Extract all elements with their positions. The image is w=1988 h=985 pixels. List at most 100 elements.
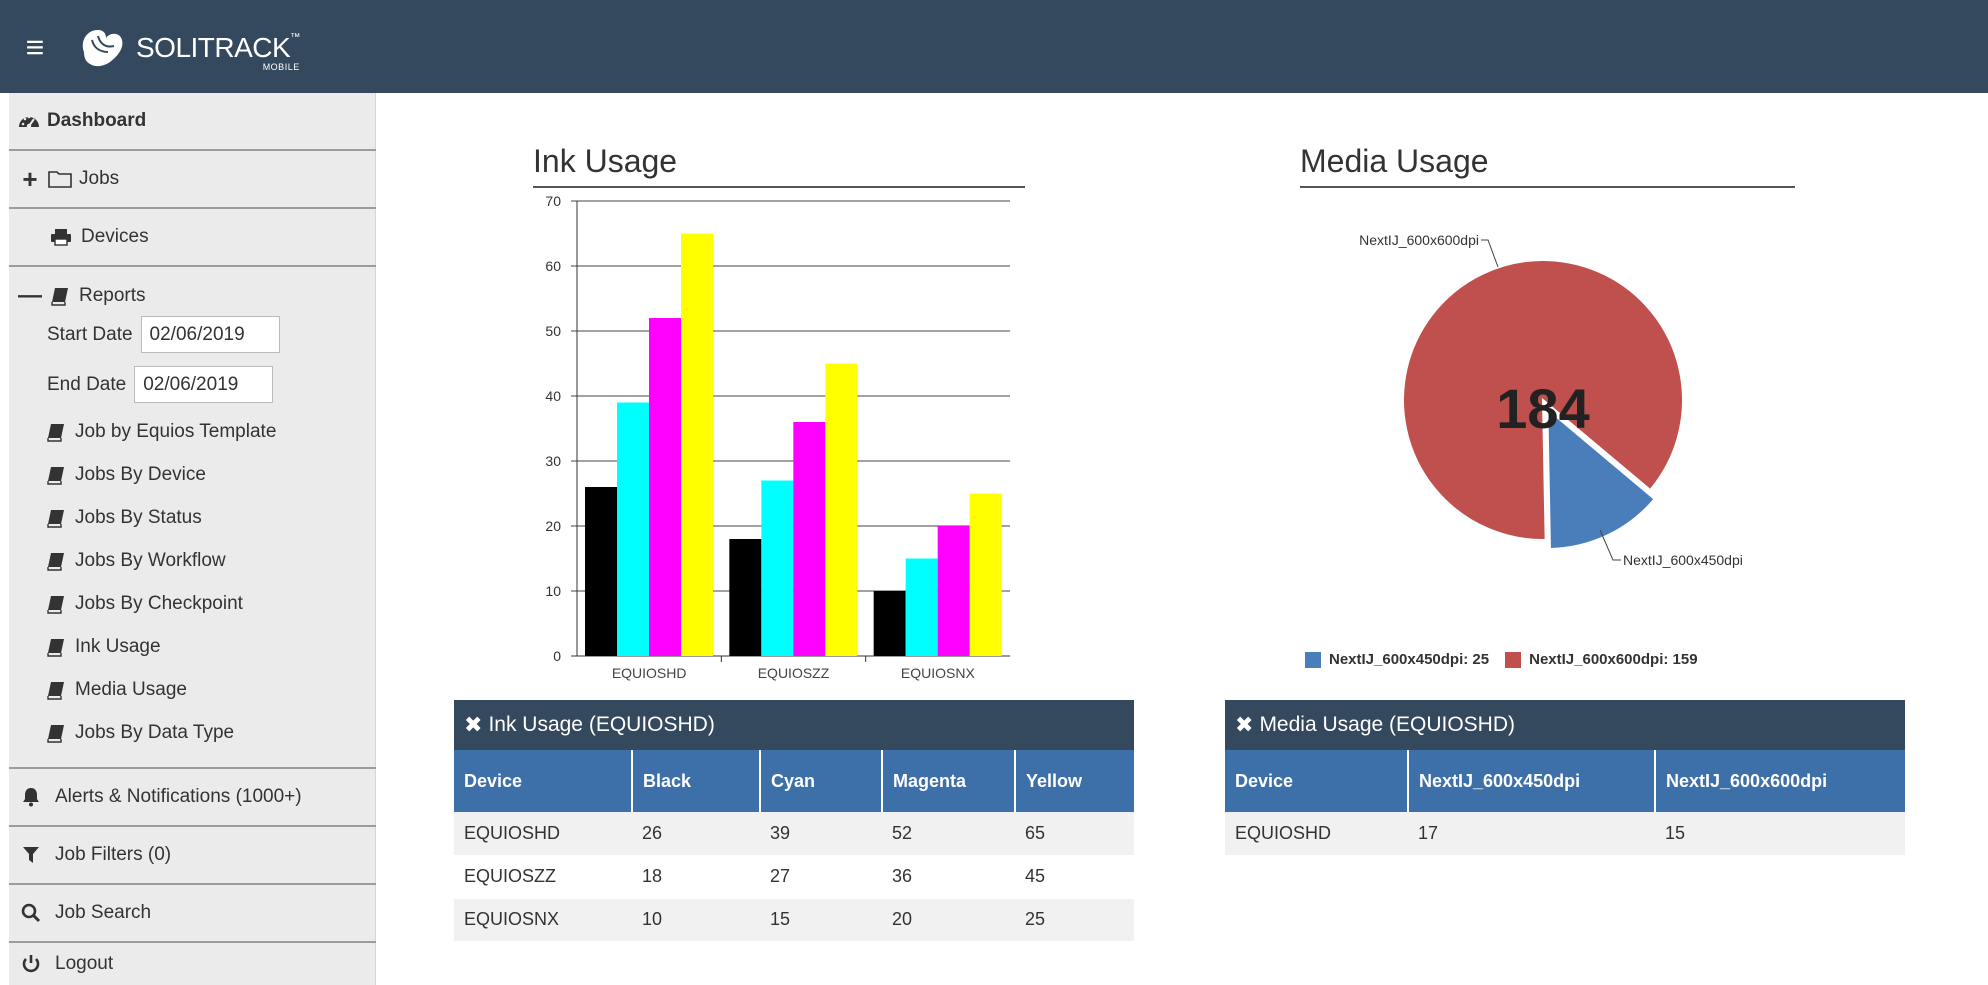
report-jobs-by-data-type[interactable]: Jobs By Data Type — [47, 722, 234, 744]
app-window: ≡ SOLITRACK™ MOBILE Dashboard + Jobs Dev… — [0, 0, 1988, 985]
bar[interactable] — [793, 422, 826, 656]
sidebar-item-jobs[interactable]: + Jobs — [9, 151, 376, 209]
y-tick-label: 10 — [545, 583, 561, 599]
table-cell: 18 — [632, 855, 760, 899]
table-cell: 25 — [1015, 898, 1134, 942]
media-usage-pie-chart: 184 NextIJ_600x600dpi NextIJ_600x450dpi — [1359, 232, 1743, 568]
table-cell: 10 — [632, 898, 760, 942]
close-icon[interactable]: ✖ — [1235, 712, 1253, 738]
report-label: Jobs By Checkpoint — [75, 593, 243, 614]
report-label: Jobs By Status — [75, 507, 202, 528]
sidebar-label-dashboard: Dashboard — [47, 110, 147, 131]
report-media-usage[interactable]: Media Usage — [47, 679, 187, 701]
sidebar-item-dashboard[interactable]: Dashboard — [9, 93, 376, 151]
pie-center-total: 184 — [1496, 377, 1589, 440]
legend-swatch-600x450 — [1305, 651, 1321, 668]
report-jobs-by-status[interactable]: Jobs By Status — [47, 507, 202, 529]
start-date-label: Start Date — [47, 323, 133, 345]
report-jobs-by-checkpoint[interactable]: Jobs By Checkpoint — [47, 593, 243, 615]
ink-usage-panel: ✖ Ink Usage (EQUIOSHD) Device Black Cyan Ma… — [454, 700, 1134, 942]
bar[interactable] — [969, 493, 1002, 657]
table-row[interactable]: EQUIOSHD 26 39 52 65 — [454, 812, 1134, 856]
start-date-row: Start Date — [47, 316, 280, 353]
report-label: Jobs By Data Type — [75, 722, 235, 743]
end-date-row: End Date — [47, 366, 274, 403]
sidebar-item-logout[interactable]: Logout — [9, 943, 376, 985]
y-tick-label: 50 — [545, 323, 561, 339]
sidebar-item-devices[interactable]: Devices — [9, 209, 376, 267]
column-header[interactable]: Black — [632, 750, 761, 812]
report-job-by-equios-template[interactable]: Job by Equios Template — [47, 421, 276, 443]
table-cell: 65 — [1015, 812, 1134, 856]
table-cell: 17 — [1408, 812, 1655, 856]
table-cell: EQUIOSZZ — [454, 855, 632, 899]
table-row[interactable]: EQUIOSHD 17 15 — [1225, 812, 1905, 856]
sidebar-label-reports: Reports — [79, 285, 146, 306]
bar[interactable] — [825, 363, 858, 657]
media-panel-header: ✖ Media Usage (EQUIOSHD) — [1225, 700, 1905, 750]
table-cell: EQUIOSHD — [1225, 812, 1408, 856]
search-icon — [19, 903, 43, 923]
bar[interactable] — [617, 402, 649, 657]
report-ink-usage[interactable]: Ink Usage — [47, 636, 161, 658]
column-header[interactable]: Device — [1225, 750, 1409, 812]
sidebar-label-logout: Logout — [55, 953, 114, 974]
sidebar-label-job-search: Job Search — [55, 902, 152, 923]
sidebar-item-alerts[interactable]: Alerts & Notifications (1000+) — [9, 769, 376, 827]
bar[interactable] — [585, 487, 617, 656]
media-usage-table: Device NextIJ_600x450dpi NextIJ_600x600dpi… — [1225, 750, 1905, 856]
folder-icon — [47, 170, 73, 188]
pie-legend: NextIJ_600x450dpi: 25 NextIJ_600x600dpi:… — [1305, 651, 1698, 668]
book-icon — [47, 638, 64, 657]
bar[interactable] — [681, 233, 713, 657]
sidebar-item-job-filters[interactable]: Job Filters (0) — [9, 827, 376, 885]
table-row[interactable]: EQUIOSZZ 18 27 36 45 — [454, 855, 1134, 899]
hamburger-icon[interactable]: ≡ — [14, 30, 56, 64]
solitrack-logo[interactable]: SOLITRACK™ MOBILE — [76, 20, 300, 76]
book-icon — [47, 466, 64, 485]
bell-icon — [19, 787, 43, 807]
column-header[interactable]: Device — [454, 750, 633, 812]
minus-icon: — — [18, 282, 42, 309]
y-tick-label: 20 — [545, 518, 561, 534]
column-header[interactable]: Yellow — [1015, 750, 1134, 812]
sidebar-label-jobs: Jobs — [79, 168, 120, 189]
bar[interactable] — [905, 558, 938, 657]
table-cell: 26 — [632, 812, 760, 856]
table-cell: 36 — [882, 855, 1015, 899]
bar[interactable] — [873, 591, 906, 656]
bar[interactable] — [937, 526, 970, 656]
report-label: Ink Usage — [75, 636, 161, 657]
sidebar: Dashboard + Jobs Devices — Reports Start… — [9, 93, 376, 985]
bar[interactable] — [649, 318, 681, 656]
logo-subtext: MOBILE — [262, 62, 300, 72]
column-header[interactable]: Magenta — [882, 750, 1016, 812]
bar[interactable] — [761, 480, 794, 657]
report-label: Job by Equios Template — [75, 421, 277, 442]
close-icon[interactable]: ✖ — [464, 712, 482, 738]
table-cell: 15 — [760, 898, 882, 942]
sidebar-item-job-search[interactable]: Job Search — [9, 885, 376, 943]
table-row[interactable]: EQUIOSNX 10 15 20 25 — [454, 898, 1134, 942]
end-date-input[interactable] — [134, 366, 274, 403]
report-label: Media Usage — [75, 679, 187, 700]
end-date-label: End Date — [47, 373, 127, 395]
book-icon — [47, 287, 73, 306]
report-jobs-by-workflow[interactable]: Jobs By Workflow — [47, 550, 226, 572]
hands-logo-icon — [82, 30, 123, 67]
column-header[interactable]: NextIJ_600x600dpi — [1655, 750, 1905, 812]
power-icon — [19, 954, 43, 974]
legend-swatch-600x600 — [1505, 651, 1522, 668]
report-jobs-by-device[interactable]: Jobs By Device — [47, 464, 206, 486]
start-date-input[interactable] — [140, 316, 280, 353]
table-cell: 52 — [882, 812, 1015, 856]
ink-title-rule — [533, 186, 1025, 188]
column-header[interactable]: Cyan — [760, 750, 883, 812]
sidebar-label-job-filters: Job Filters (0) — [55, 844, 172, 865]
legend-label-600x600: NextIJ_600x600dpi: 159 — [1529, 651, 1698, 668]
y-tick-label: 60 — [545, 258, 561, 274]
ink-panel-header: ✖ Ink Usage (EQUIOSHD) — [454, 700, 1134, 750]
bar[interactable] — [729, 539, 762, 656]
table-cell: 27 — [760, 855, 882, 899]
column-header[interactable]: NextIJ_600x450dpi — [1408, 750, 1656, 812]
